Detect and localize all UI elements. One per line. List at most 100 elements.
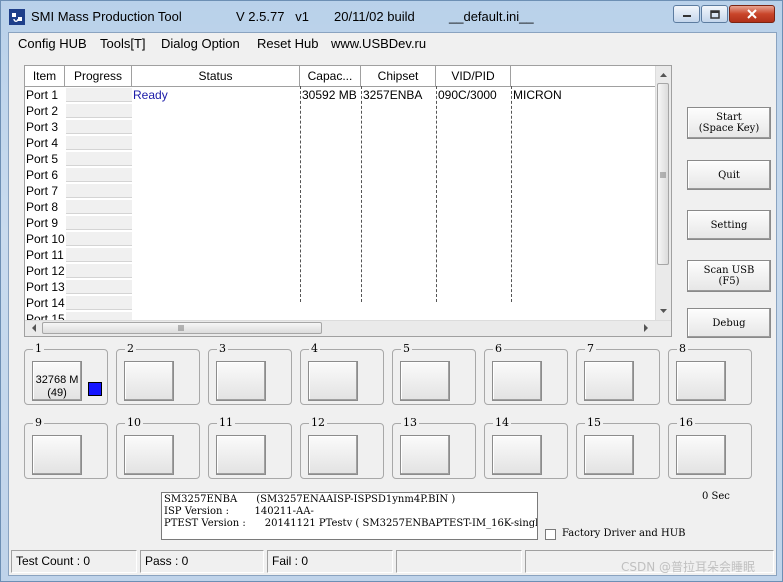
table-row[interactable]: Port 8 [25, 199, 657, 215]
port-slot: 9 [24, 416, 108, 479]
port-slot: 11 [208, 416, 292, 479]
row-item: Port 4 [26, 136, 59, 150]
debug-button-label: Debug [712, 317, 746, 329]
slot-button[interactable] [400, 361, 450, 401]
table-row[interactable]: Port 3 [25, 119, 657, 135]
menu-reset-hub[interactable]: Reset Hub [257, 36, 318, 51]
factory-driver-checkbox[interactable] [545, 529, 556, 540]
maximize-button[interactable] [701, 5, 728, 23]
slot-button[interactable] [216, 361, 266, 401]
watermark: CSDN @普拉耳朵会睡眠 [621, 560, 756, 574]
table-row[interactable]: Port 2 [25, 103, 657, 119]
menu-bar: Config HUB Tools[T] Dialog Option Reset … [9, 33, 776, 55]
row-progress-bar [66, 280, 132, 294]
app-window: SMI Mass Production Tool V 2.5.77 v1 20/… [0, 0, 783, 582]
setting-button[interactable]: Setting [687, 210, 771, 240]
start-button[interactable]: Start (Space Key) [687, 107, 771, 139]
debug-button[interactable]: Debug [687, 308, 771, 338]
slot-number: 2 [125, 342, 136, 355]
port-slot: 1 32768 M (49) [24, 342, 108, 405]
scan-usb-button[interactable]: Scan USB (F5) [687, 260, 771, 292]
app-title: SMI Mass Production Tool [31, 9, 182, 24]
col-capacity[interactable]: Capac... [300, 66, 361, 86]
horizontal-scrollbar[interactable] [25, 320, 671, 336]
table-row[interactable]: Port 13 [25, 279, 657, 295]
slot-number: 13 [401, 416, 419, 429]
menu-website-link[interactable]: www.USBDev.ru [331, 36, 426, 51]
table-row[interactable]: Port 14 [25, 295, 657, 311]
scroll-thumb[interactable] [657, 83, 669, 265]
table-row[interactable]: Port 4 [25, 135, 657, 151]
table-row[interactable]: Port 11 [25, 247, 657, 263]
slot-number: 14 [493, 416, 511, 429]
slot-button[interactable] [124, 435, 174, 475]
row-progress-bar [66, 152, 132, 166]
scroll-left-icon[interactable] [27, 321, 41, 335]
row-item: Port 1 [26, 88, 59, 102]
row-progress-bar [66, 120, 132, 134]
vertical-scrollbar[interactable] [655, 66, 671, 320]
table-row[interactable]: Port 10 [25, 231, 657, 247]
row-progress-bar [66, 168, 132, 182]
col-vidpid[interactable]: VID/PID [436, 66, 511, 86]
slot-button[interactable] [32, 435, 82, 475]
slot-number: 11 [217, 416, 235, 429]
slot-button[interactable] [216, 435, 266, 475]
fail-count-status: Fail : 0 [267, 550, 393, 573]
col-status[interactable]: Status [132, 66, 300, 86]
hscroll-thumb[interactable] [42, 322, 322, 334]
port-slot: 4 [300, 342, 384, 405]
title-bar[interactable]: SMI Mass Production Tool V 2.5.77 v1 20/… [1, 1, 782, 32]
slot-button[interactable] [676, 435, 726, 475]
row-progress-bar [66, 88, 132, 102]
port-slot: 3 [208, 342, 292, 405]
slot-button[interactable]: 32768 M (49) [32, 361, 82, 401]
row-progress-bar [66, 264, 132, 278]
port-slot: 5 [392, 342, 476, 405]
port-list[interactable]: Item Progress Status Capac... Chipset VI… [24, 65, 672, 337]
slot-button[interactable] [492, 435, 542, 475]
row-vendor: MICRON [513, 88, 562, 102]
slot-number: 4 [309, 342, 320, 355]
status-pane-empty [396, 550, 522, 573]
minimize-button[interactable] [673, 5, 700, 23]
scroll-up-icon[interactable] [656, 68, 671, 82]
app-icon [9, 9, 25, 25]
port-slot: 12 [300, 416, 384, 479]
scroll-down-icon[interactable] [656, 304, 671, 318]
info-line-chip: SM3257ENBA (SM3257ENAAISP-ISPSD1ynm4P.BI… [164, 494, 456, 505]
port-slot: 2 [116, 342, 200, 405]
menu-tools[interactable]: Tools[T] [100, 36, 146, 51]
row-item: Port 12 [26, 264, 65, 278]
col-chipset[interactable]: Chipset [361, 66, 436, 86]
row-item: Port 11 [26, 248, 64, 262]
row-progress-bar [66, 248, 132, 262]
slot-button[interactable] [308, 435, 358, 475]
menu-config-hub[interactable]: Config HUB [18, 36, 87, 51]
slot-button[interactable] [124, 361, 174, 401]
close-button[interactable] [729, 5, 775, 23]
table-row[interactable]: Port 6 [25, 167, 657, 183]
slot-button[interactable] [400, 435, 450, 475]
table-row[interactable]: Port 9 [25, 215, 657, 231]
table-row[interactable]: Port 7 [25, 183, 657, 199]
menu-dialog-option[interactable]: Dialog Option [161, 36, 240, 51]
port-slot: 15 [576, 416, 660, 479]
row-progress-bar [66, 200, 132, 214]
slot-button[interactable] [308, 361, 358, 401]
table-row[interactable]: Port 12 [25, 263, 657, 279]
port-slot: 8 [668, 342, 752, 405]
table-row[interactable]: Port 5 [25, 151, 657, 167]
quit-button[interactable]: Quit [687, 160, 771, 190]
slot-button[interactable] [492, 361, 542, 401]
table-row[interactable]: Port 1 Ready 30592 MB 3257ENBA 090C/3000 MICR… [25, 87, 657, 103]
slot-button[interactable] [584, 435, 634, 475]
scroll-right-icon[interactable] [639, 321, 653, 335]
col-item[interactable]: Item [25, 66, 65, 86]
slot-button[interactable] [584, 361, 634, 401]
slot-number: 7 [585, 342, 596, 355]
slot-button[interactable] [676, 361, 726, 401]
app-version: V 2.5.77 v1 [236, 9, 309, 24]
col-progress[interactable]: Progress [65, 66, 132, 86]
pass-count-status: Pass : 0 [140, 550, 264, 573]
